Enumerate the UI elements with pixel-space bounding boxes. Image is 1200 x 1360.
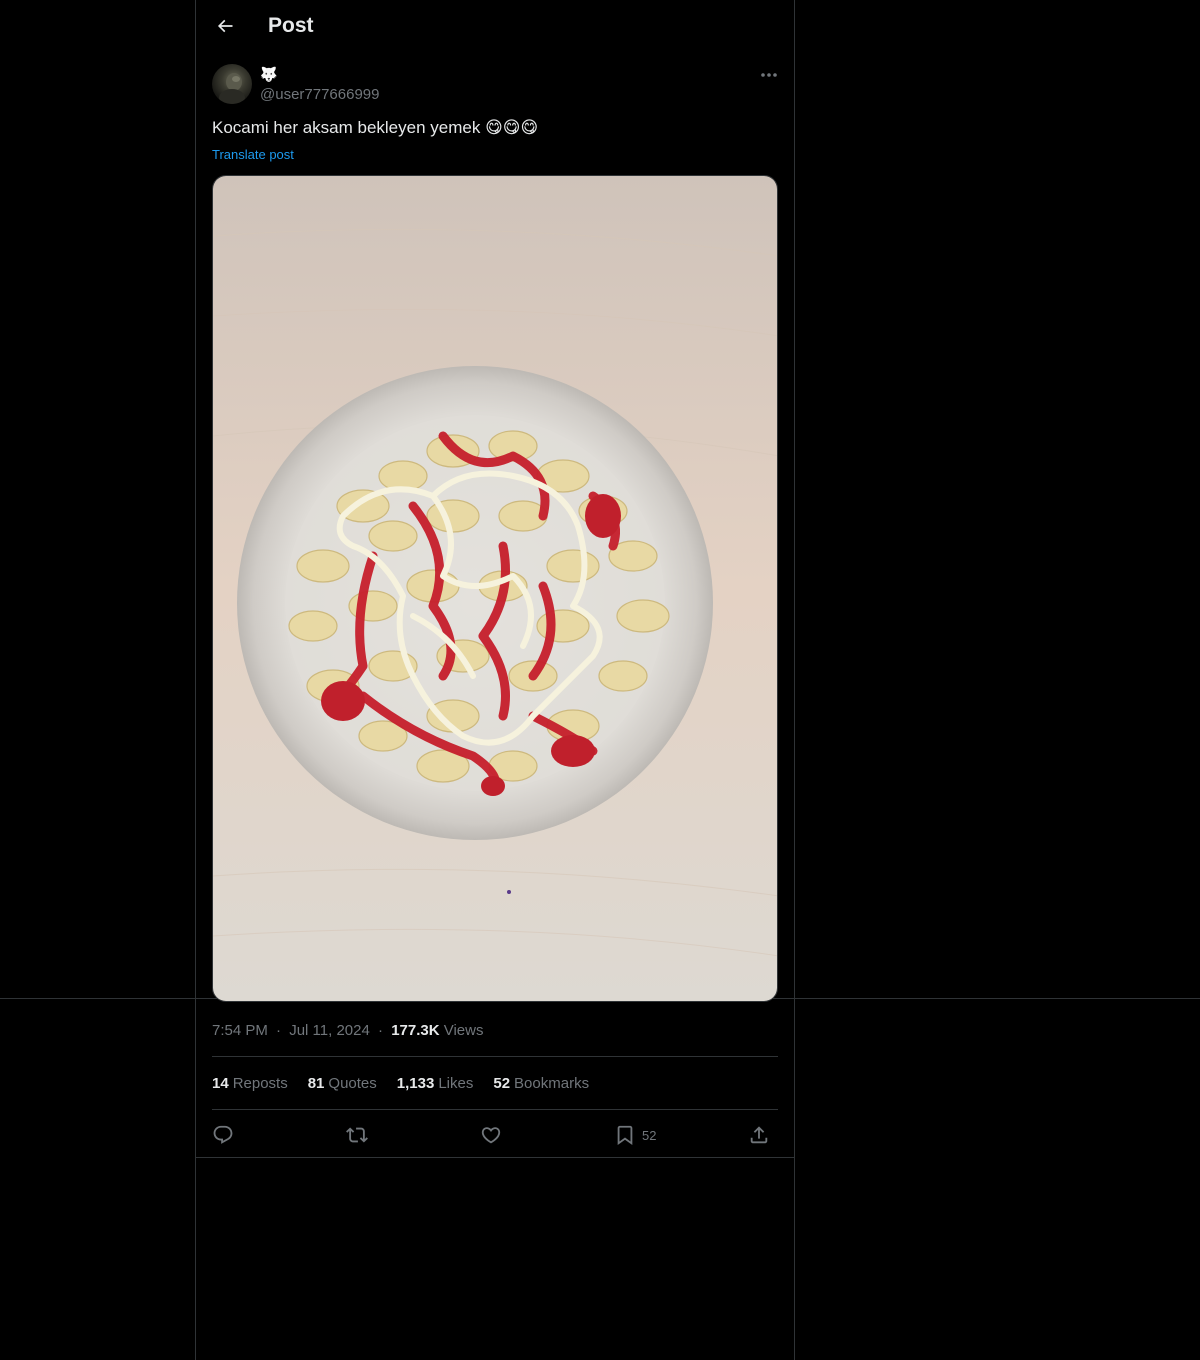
divider — [212, 1109, 778, 1110]
avatar[interactable] — [212, 64, 252, 104]
repost-button[interactable] — [346, 1120, 368, 1150]
wolf-emoji: 🐺 — [260, 66, 278, 82]
display-name[interactable]: 🐺 — [260, 66, 277, 86]
quotes-stat[interactable]: 81 Quotes — [308, 1075, 377, 1092]
meta-separator: · — [378, 1022, 384, 1039]
user-handle[interactable]: @user777666999 — [260, 86, 380, 103]
quotes-count: 81 — [307, 1075, 325, 1092]
meta-separator: · — [276, 1022, 282, 1039]
post-date[interactable]: Jul 11, 2024 — [289, 1022, 370, 1039]
bookmark-icon — [617, 1125, 633, 1146]
more-horizontal-icon — [761, 73, 777, 77]
quotes-label: Quotes — [328, 1075, 377, 1092]
arrow-left-icon — [217, 19, 233, 33]
back-button[interactable] — [208, 9, 242, 43]
post-meta: 7:54 PM · Jul 11, 2024 · 177.3K Views — [212, 1022, 483, 1039]
bookmark-count: 52 — [642, 1127, 657, 1143]
reply-button[interactable] — [212, 1120, 234, 1150]
views-count: 177.3K — [391, 1022, 440, 1039]
views-label: Views — [443, 1022, 484, 1039]
pasta-photo — [213, 176, 777, 1001]
heart-icon — [481, 1127, 501, 1144]
post-column: Post 🐺 @user777666999 Kocami her aksam b… — [195, 0, 795, 1360]
likes-stat[interactable]: 1,133 Likes — [397, 1075, 474, 1092]
bookmarks-count: 52 — [493, 1075, 511, 1092]
translate-post-link[interactable]: Translate post — [212, 147, 294, 162]
like-button[interactable] — [480, 1120, 502, 1150]
post-bottom-border — [196, 1157, 794, 1158]
bookmarks-stat[interactable]: 52 Bookmarks — [493, 1075, 589, 1092]
reply-icon — [213, 1125, 233, 1144]
post-time[interactable]: 7:54 PM — [212, 1022, 268, 1039]
tweet-text: Kocami her aksam bekleyen yemek 😋😋😋 — [212, 118, 539, 137]
reposts-stat[interactable]: 14 Reposts — [212, 1075, 288, 1092]
share-icon — [750, 1126, 768, 1144]
avatar-image — [219, 73, 245, 104]
page-title: Post — [268, 14, 314, 37]
reposts-count: 14 — [212, 1075, 229, 1092]
post-image[interactable] — [212, 175, 778, 1002]
bookmark-button[interactable]: 52 — [614, 1120, 656, 1150]
reposts-label: Reposts — [232, 1075, 288, 1092]
post-stats: 14 Reposts 81 Quotes 1,133 Likes 52 Bookmark… — [212, 1075, 589, 1092]
bookmarks-label: Bookmarks — [514, 1075, 590, 1092]
action-bar: 52 — [212, 1120, 778, 1150]
share-button[interactable] — [748, 1120, 770, 1150]
repost-icon — [346, 1127, 368, 1143]
likes-count: 1,133 — [396, 1075, 435, 1092]
likes-label: Likes — [438, 1075, 474, 1092]
post-header: Post — [196, 0, 794, 54]
divider — [212, 1056, 778, 1057]
more-button[interactable] — [754, 64, 784, 86]
